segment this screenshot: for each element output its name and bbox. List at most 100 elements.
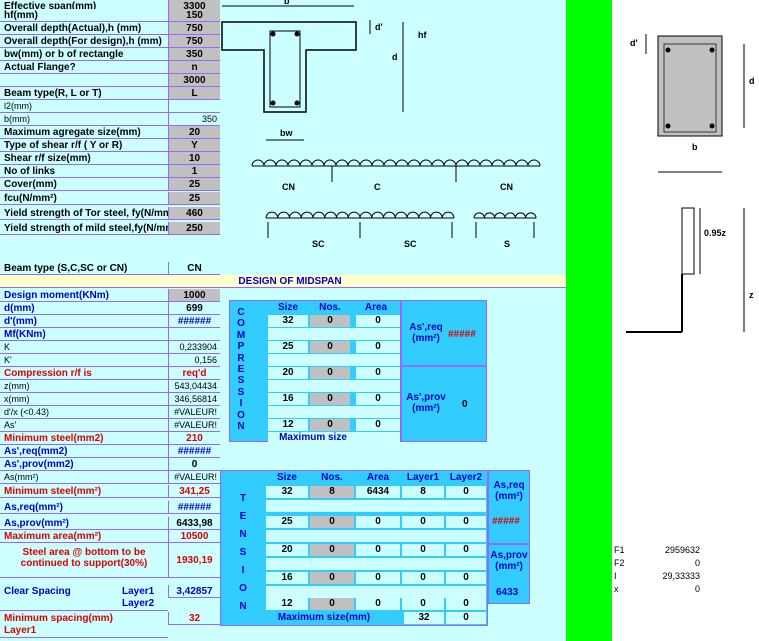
input-value-17[interactable]: 250 (168, 222, 220, 235)
comp-cell-2-1[interactable]: 0 (310, 367, 350, 379)
input-value-6[interactable]: 3000 (168, 74, 220, 87)
comp-cell-3-2: 0 (356, 393, 400, 405)
beam-diagrams: d' hf d b bw CN C CN SC SC S (221, 0, 541, 249)
ten-max-value2: 0 (446, 612, 486, 624)
midspan-value-17[interactable]: 6433,98 (168, 517, 220, 530)
input-label-12: Shear r/f size(mm) (0, 152, 168, 165)
clear-spacing-label: Clear Spacing (4, 586, 71, 597)
ten-spacer-0 (266, 500, 486, 512)
input-value-2[interactable]: 750 (168, 22, 220, 35)
midspan-value-18[interactable]: 10500 (168, 530, 220, 543)
input-value-3[interactable]: 750 (168, 35, 220, 48)
side-key-2: I (614, 571, 617, 581)
input-value-9[interactable]: 350 (168, 113, 220, 126)
right-label-d: d (749, 76, 755, 86)
input-value-13[interactable]: 1 (168, 165, 220, 178)
ten-cell-1-1[interactable]: 0 (310, 516, 354, 528)
input-value-12[interactable]: 10 (168, 152, 220, 165)
input-value-11[interactable]: Y (168, 139, 220, 152)
ten-req-value: ##### (492, 516, 520, 527)
comp-cell-1-2: 0 (356, 341, 400, 353)
midspan-label-16: As,req(mm²) (0, 501, 168, 514)
ten-max-label: Maximum size(mm) (277, 612, 371, 623)
side-val-0: 2959632 (664, 545, 700, 555)
midspan-label-4: K (0, 341, 168, 354)
section-title: DESIGN OF MIDSPAN (238, 276, 342, 287)
side-key-0: F1 (614, 545, 625, 555)
label-df: d' (375, 22, 383, 32)
comp-cell-3-1[interactable]: 0 (310, 393, 350, 405)
beam-type-value[interactable]: CN (168, 262, 220, 275)
continued-label: Steel area @ bottom to be continued to s… (0, 543, 168, 578)
comp-cell-4-1[interactable]: 0 (310, 419, 350, 431)
min-spacing-value[interactable]: 32 (168, 612, 220, 625)
midspan-value-0[interactable]: 1000 (168, 289, 220, 302)
midspan-value-2[interactable]: ###### (168, 315, 220, 328)
ten-cell-2-1[interactable]: 0 (310, 544, 354, 556)
midspan-value-11[interactable]: 210 (168, 432, 220, 445)
comp-cell-2-0: 20 (268, 367, 308, 379)
input-label-15: fcu(N/mm²) (0, 192, 168, 205)
ten-cell-0-1[interactable]: 8 (310, 486, 354, 498)
midspan-value-10[interactable]: #VALEUR! (168, 419, 220, 432)
input-value-16[interactable]: 460 (168, 207, 220, 220)
input-label-17: Yield strength of mild steel,fy(N/mm²) (0, 222, 168, 235)
comp-cell-0-0: 32 (268, 315, 308, 327)
midspan-label-13: As',prov(mm2) (0, 458, 168, 471)
right-label-z: z (749, 290, 754, 300)
input-value-14[interactable]: 25 (168, 178, 220, 191)
midspan-value-12[interactable]: ###### (168, 445, 220, 458)
layer2-label: Layer2 (122, 598, 155, 609)
comp-cell-1-1[interactable]: 0 (310, 341, 350, 353)
midspan-value-6[interactable]: req'd (168, 367, 220, 380)
ten-req-label: As,req (mm²) (493, 480, 525, 502)
clear-spacing-value[interactable]: 3,42857 (168, 585, 220, 598)
ten-cell-1-4: 0 (446, 516, 486, 528)
midspan-value-14[interactable]: #VALEUR! (168, 471, 220, 484)
side-val-1: 0 (694, 558, 700, 568)
ten-cell-1-3: 0 (402, 516, 444, 528)
comp-spacer-0 (268, 328, 400, 340)
input-label-13: No of links (0, 165, 168, 178)
midspan-label-12: As',req(mm2) (0, 445, 168, 458)
input-value-1[interactable]: 150 (168, 9, 220, 22)
midspan-label-15: Minimum steel(mm²) (0, 485, 168, 498)
ten-cell-4-0: 12 (266, 598, 308, 610)
input-value-5[interactable]: n (168, 61, 220, 74)
midspan-label-18: Maximum area(mm²) (0, 530, 168, 543)
midspan-value-7[interactable]: 543,04434 (168, 380, 220, 393)
comp-spacer-3 (268, 406, 400, 418)
midspan-value-1[interactable]: 699 (168, 302, 220, 315)
input-value-7[interactable]: L (168, 87, 220, 100)
input-value-4[interactable]: 350 (168, 48, 220, 61)
input-value-8[interactable] (168, 100, 220, 113)
layer1-label: Layer1 (122, 586, 155, 597)
comp-cell-0-1[interactable]: 0 (310, 315, 350, 327)
midspan-value-15[interactable]: 341,25 (168, 485, 220, 498)
ten-header-4: Layer2 (446, 472, 486, 484)
label-sc1: SC (312, 239, 325, 249)
input-label-6 (0, 74, 168, 87)
input-value-15[interactable]: 25 (168, 192, 220, 205)
midspan-value-16[interactable]: ###### (168, 501, 220, 514)
comp-max-label: Maximum size (279, 432, 347, 443)
ten-max-value: 32 (404, 612, 444, 624)
midspan-value-4[interactable]: 0,233904 (168, 341, 220, 354)
midspan-value-3[interactable] (168, 328, 220, 341)
label-hf: hf (418, 30, 427, 40)
ten-cell-3-1[interactable]: 0 (310, 572, 354, 584)
midspan-value-9[interactable]: #VALEUR! (168, 406, 220, 419)
ten-cell-4-1[interactable]: 0 (310, 598, 354, 610)
min-spacing-layer: Layer1 (4, 625, 37, 636)
input-label-5: Actual Flange? (0, 61, 168, 74)
ten-header-3: Layer1 (402, 472, 444, 484)
input-value-10[interactable]: 20 (168, 126, 220, 139)
midspan-value-13[interactable]: 0 (168, 458, 220, 471)
ten-cell-2-0: 20 (266, 544, 308, 556)
midspan-value-5[interactable]: 0,156 (168, 354, 220, 367)
midspan-label-14: As(mm²) (0, 471, 168, 484)
midspan-label-0: Design moment(KNm) (0, 289, 168, 302)
midspan-label-3: Mf(KNm) (0, 328, 168, 341)
midspan-value-8[interactable]: 346,56814 (168, 393, 220, 406)
continued-value[interactable]: 1930,19 (168, 543, 220, 578)
